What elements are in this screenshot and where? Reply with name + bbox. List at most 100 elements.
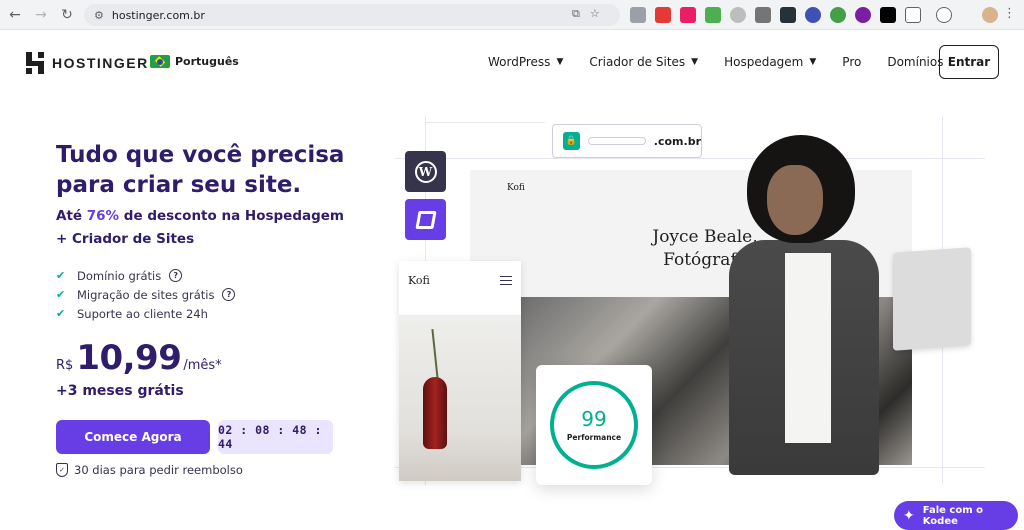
plant-stem — [431, 329, 439, 379]
nav-label: WordPress — [488, 55, 551, 69]
hamburger-menu-icon — [500, 276, 512, 285]
logo-text: HOSTINGER — [52, 55, 149, 71]
extensions-bar — [630, 7, 952, 23]
countdown-timer: 02 : 08 : 48 : 44 — [218, 420, 333, 454]
price-currency: R$ — [56, 358, 74, 373]
feature-item: ✔ Migração de sites grátis ? — [56, 285, 236, 304]
kodee-bot-icon: ✦ — [903, 507, 915, 524]
extensions-icon[interactable] — [905, 7, 921, 23]
main-nav: WordPress ▼ Criador de Sites ▼ Hospedage… — [488, 55, 943, 69]
nav-item-pro[interactable]: Pro — [842, 55, 861, 69]
wordpress-tile: W — [405, 151, 446, 192]
domain-field — [587, 137, 646, 145]
bonus-text: +3 meses grátis — [56, 383, 184, 399]
hero-illustration: 🔒 .com.br W Kofi Joyce Beale, Fotógrafa … — [395, 115, 985, 495]
url-text: hostinger.com.br — [111, 8, 205, 22]
feature-item: ✔ Domínio grátis ? — [56, 266, 235, 285]
discount-percent: 76% — [86, 208, 120, 224]
money-back-guarantee: ✓ 30 dias para pedir reembolso — [56, 463, 243, 477]
website-preview-mobile: Kofi — [399, 261, 521, 481]
site-builder-tile — [405, 199, 446, 240]
extension-icon[interactable] — [755, 7, 771, 23]
shield-check-icon: ✓ — [56, 463, 68, 477]
guarantee-text: 30 dias para pedir reembolso — [74, 463, 243, 477]
extension-icon[interactable] — [880, 7, 896, 23]
feature-list: ✔ Domínio grátis ? ✔ Migração de sites g… — [56, 266, 236, 323]
person-face — [767, 165, 823, 235]
wordpress-icon: W — [414, 160, 437, 183]
grid-line — [425, 122, 545, 123]
more-icon[interactable]: ⋮ — [1003, 6, 1016, 21]
site-header: HOSTINGER Português WordPress ▼ Criador … — [0, 30, 1024, 96]
vase-photo — [399, 315, 521, 481]
extension-icon[interactable] — [830, 7, 846, 23]
reload-icon[interactable]: ↻ — [56, 4, 78, 26]
extension-icon[interactable] — [655, 7, 671, 23]
tune-icon[interactable]: ⚙ — [94, 9, 104, 22]
check-icon: ✔ — [56, 307, 66, 320]
red-vase — [423, 377, 447, 449]
install-app-icon[interactable]: ⧉ — [572, 7, 580, 21]
nav-label: Criador de Sites — [589, 55, 686, 69]
laptop-image — [893, 247, 971, 351]
profile-icon[interactable] — [982, 7, 998, 23]
start-now-button[interactable]: Comece Agora — [56, 420, 210, 454]
performance-label: Performance — [566, 433, 622, 442]
extension-icon[interactable] — [730, 7, 746, 23]
nav-item-wordpress[interactable]: WordPress ▼ — [488, 55, 563, 69]
mobile-brand: Kofi — [408, 274, 430, 287]
photographer-image — [725, 135, 915, 475]
performance-ring: 99 Performance — [550, 381, 638, 469]
chevron-down-icon: ▼ — [556, 57, 564, 67]
chat-with-kodee-button[interactable]: ✦ Fale com o Kodee — [894, 501, 1018, 530]
extension-icon[interactable] — [680, 7, 696, 23]
extension-icon[interactable] — [705, 7, 721, 23]
site-brand: Kofi — [507, 183, 525, 193]
help-icon[interactable]: ? — [169, 269, 183, 282]
subtitle-prefix: Até — [56, 208, 87, 224]
extension-icon[interactable] — [780, 7, 796, 23]
nav-label: Pro — [842, 55, 862, 69]
price-period: /mês* — [183, 358, 222, 373]
language-label: Português — [175, 55, 239, 68]
back-icon[interactable]: ← — [4, 4, 26, 26]
chat-label: Fale com o Kodee — [922, 504, 983, 527]
check-icon: ✔ — [56, 269, 66, 282]
help-icon[interactable]: ? — [222, 288, 236, 301]
nav-label: Domínios — [887, 55, 944, 69]
url-actions: ⧉ ☆ — [572, 7, 600, 21]
hero-subtitle: Até 76% de desconto na Hospedagem + Cria… — [56, 205, 356, 251]
login-button[interactable]: Entrar — [939, 45, 999, 79]
chevron-down-icon: ▼ — [809, 57, 817, 67]
hero-title: Tudo que você precisa para criar seu sit… — [56, 142, 345, 198]
price-amount: 10,99 — [76, 338, 182, 378]
feature-text: Domínio grátis — [77, 268, 162, 283]
price: R$ 10,99 /mês* — [56, 338, 222, 378]
nav-item-hosting[interactable]: Hospedagem ▼ — [724, 55, 816, 69]
language-selector[interactable]: Português — [150, 55, 239, 68]
person-shirt — [785, 253, 831, 443]
domain-search-mock: 🔒 .com.br — [552, 124, 702, 158]
feature-item: ✔ Suporte ao cliente 24h — [56, 304, 235, 323]
browser-toolbar: ← → ↻ ⚙ hostinger.com.br ⧉ ☆ ⋮ — [0, 0, 1024, 30]
sync-icon[interactable] — [936, 7, 952, 23]
nav-item-domains[interactable]: Domínios — [887, 55, 943, 69]
extension-icon[interactable] — [855, 7, 871, 23]
check-icon: ✔ — [56, 288, 66, 301]
performance-score: 99 — [581, 407, 607, 431]
site-builder-icon — [414, 210, 437, 229]
brazil-flag-icon — [150, 55, 170, 68]
logo[interactable]: HOSTINGER — [26, 52, 149, 74]
feature-text: Migração de sites grátis — [77, 287, 215, 302]
extension-icon[interactable] — [805, 7, 821, 23]
address-bar[interactable]: ⚙ hostinger.com.br — [84, 4, 620, 26]
hostinger-logo-icon — [26, 52, 44, 74]
forward-icon[interactable]: → — [30, 4, 52, 26]
domain-suffix: .com.br — [653, 134, 701, 148]
extension-icon[interactable] — [630, 7, 646, 23]
feature-text: Suporte ao cliente 24h — [77, 306, 208, 321]
performance-card: 99 Performance — [536, 365, 652, 485]
lock-icon: 🔒 — [563, 132, 580, 150]
bookmark-star-icon[interactable]: ☆ — [590, 7, 600, 21]
nav-item-site-builder[interactable]: Criador de Sites ▼ — [589, 55, 698, 69]
